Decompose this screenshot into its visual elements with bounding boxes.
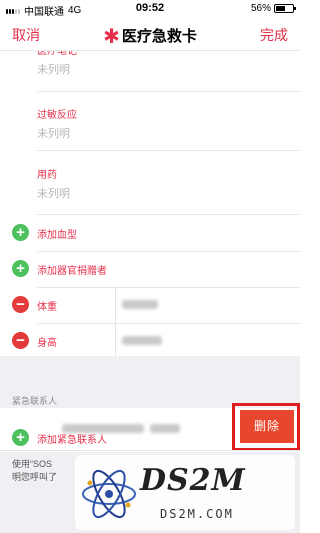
- page-title: ✱ 医疗急救卡: [0, 24, 300, 49]
- add-emergency-contact-row[interactable]: + 添加紧急联系人: [0, 422, 140, 454]
- battery-icon: [274, 4, 296, 13]
- contact-relation-redacted: [150, 424, 180, 433]
- delete-button[interactable]: 删除: [240, 410, 294, 443]
- battery-percent: 56%: [250, 3, 271, 14]
- field-value: 未列明: [37, 128, 70, 140]
- asterisk-icon: ✱: [103, 26, 120, 48]
- height-label: 身高: [37, 338, 57, 349]
- watermark: DS2M DS2M.COM: [75, 455, 295, 530]
- status-right: 56%: [250, 3, 296, 14]
- add-emergency-contact-label: 添加紧急联系人: [37, 435, 107, 446]
- weight-label: 体重: [37, 302, 57, 313]
- minus-circle-icon[interactable]: −: [12, 296, 29, 313]
- add-blood-type-label: 添加血型: [37, 230, 77, 241]
- height-value-redacted: [122, 336, 162, 345]
- nav-bar: 取消 ✱ 医疗急救卡 完成: [0, 18, 300, 51]
- field-value: 未列明: [37, 188, 70, 200]
- weight-row[interactable]: − 体重: [0, 287, 300, 323]
- minus-circle-icon[interactable]: −: [12, 332, 29, 349]
- divider: [37, 150, 300, 151]
- footer-line-2: 明您呼叫了: [12, 472, 58, 482]
- footer-line-1: 使用“SOS: [12, 459, 53, 469]
- field-label: 过敏反应: [37, 110, 77, 121]
- weight-value-redacted: [122, 300, 158, 309]
- field-medications[interactable]: 用药 未列明: [37, 166, 70, 201]
- plus-circle-icon[interactable]: +: [12, 260, 29, 277]
- atom-logo-icon: [82, 469, 136, 519]
- watermark-title: DS2M: [140, 463, 246, 498]
- field-label: 用药: [37, 170, 57, 181]
- add-organ-donor-label: 添加器官捐赠者: [37, 266, 107, 277]
- add-blood-type-row[interactable]: + 添加血型: [0, 215, 300, 251]
- divider: [115, 323, 116, 359]
- add-organ-donor-row[interactable]: + 添加器官捐赠者: [0, 251, 300, 287]
- field-allergies[interactable]: 过敏反应 未列明: [37, 106, 77, 141]
- section-gap: 紧急联系人: [0, 356, 300, 408]
- height-row[interactable]: − 身高: [0, 323, 300, 359]
- page-title-text: 医疗急救卡: [121, 28, 197, 45]
- emergency-contacts-header: 紧急联系人: [12, 396, 58, 406]
- plus-circle-icon[interactable]: +: [12, 429, 29, 446]
- status-bar: 中国联通 4G 09:52 56%: [0, 0, 300, 18]
- field-value: 未列明: [37, 64, 70, 76]
- plus-circle-icon[interactable]: +: [12, 224, 29, 241]
- divider: [37, 91, 300, 92]
- footer-text: 使用“SOS 明您呼叫了: [12, 458, 57, 484]
- divider: [115, 287, 116, 323]
- watermark-subtitle: DS2M.COM: [160, 507, 234, 521]
- done-button[interactable]: 完成: [260, 25, 288, 45]
